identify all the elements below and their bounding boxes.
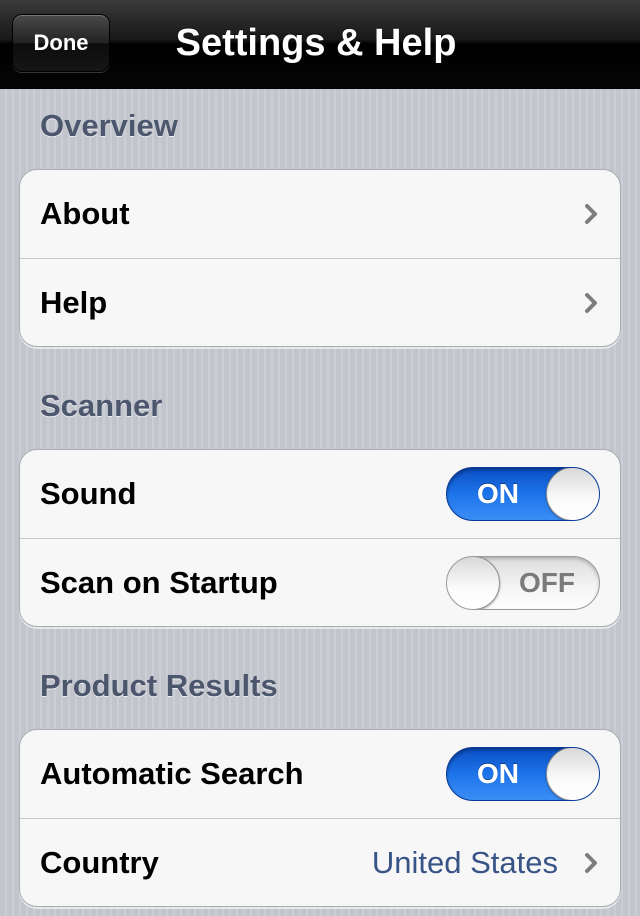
chevron-right-icon	[585, 852, 597, 873]
help-label: Help	[40, 284, 108, 320]
sound-toggle[interactable]: ON	[446, 467, 600, 521]
chevron-right-icon	[585, 204, 597, 224]
scanner-group: Sound ON Scan on Startup OFF	[19, 449, 621, 627]
section-header-product-results: Product Results	[40, 668, 278, 703]
about-label: About	[40, 196, 130, 231]
country-value: United States	[371, 844, 558, 880]
sound-row: Sound ON	[20, 450, 620, 538]
help-row[interactable]: Help	[20, 258, 620, 346]
section-header-scanner: Scanner	[40, 388, 163, 423]
scan-on-startup-row: Scan on Startup OFF	[20, 538, 620, 626]
country-row[interactable]: Country United States	[20, 818, 620, 906]
toggle-knob	[447, 556, 500, 609]
scan-on-startup-toggle-state: OFF	[519, 566, 575, 598]
scan-on-startup-toggle[interactable]: OFF	[446, 555, 600, 610]
product-results-group: Automatic Search ON Country United State…	[19, 729, 621, 907]
automatic-search-toggle-state: ON	[477, 758, 519, 789]
country-label: Country	[40, 844, 159, 880]
sound-toggle-state: ON	[477, 478, 519, 509]
done-button[interactable]: Done	[12, 14, 110, 72]
sound-label: Sound	[40, 476, 137, 511]
scan-on-startup-label: Scan on Startup	[40, 564, 278, 600]
toggle-knob	[546, 468, 599, 520]
toggle-knob	[546, 748, 599, 800]
chevron-right-icon	[585, 292, 597, 313]
navigation-bar: Settings & Help Done	[0, 0, 640, 89]
automatic-search-row: Automatic Search ON	[20, 730, 620, 818]
automatic-search-toggle[interactable]: ON	[446, 747, 600, 801]
overview-group: About Help	[19, 169, 621, 347]
section-header-overview: Overview	[40, 108, 178, 143]
about-row[interactable]: About	[20, 170, 620, 258]
automatic-search-label: Automatic Search	[40, 756, 304, 791]
